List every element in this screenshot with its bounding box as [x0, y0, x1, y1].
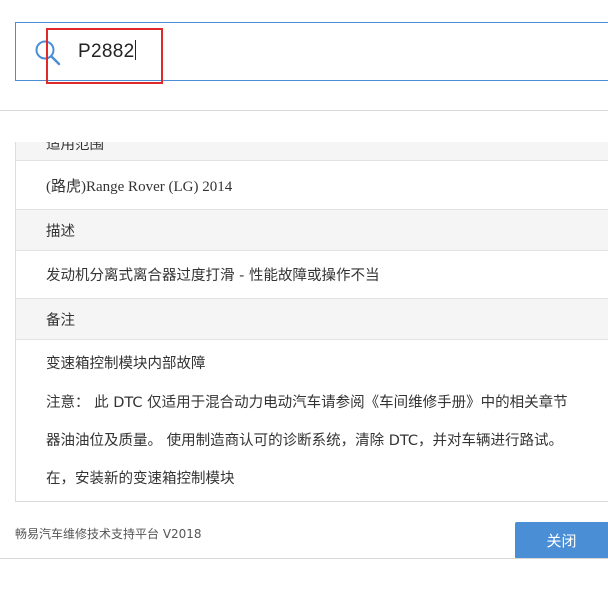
scope-value-row: (路虎)Range Rover (LG) 2014: [16, 160, 608, 209]
search-icon[interactable]: [34, 39, 62, 67]
remarks-line: 注意： 此 DTC 仅适用于混合动力电动汽车请参阅《车间维修手册》中的相关章节: [46, 395, 568, 411]
scope-value: (路虎)Range Rover (LG) 2014: [46, 179, 233, 195]
close-button[interactable]: 关闭: [515, 522, 608, 559]
description-header: 描述: [46, 224, 75, 240]
search-input-value: P2882: [78, 41, 135, 62]
remarks-header: 备注: [46, 313, 75, 329]
text-caret: [135, 40, 137, 60]
description-value-row: 发动机分离式离合器过度打滑 - 性能故障或操作不当: [16, 250, 608, 298]
description-value: 发动机分离式离合器过度打滑 - 性能故障或操作不当: [46, 268, 380, 284]
remarks-value-row: 变速箱控制模块内部故障 注意： 此 DTC 仅适用于混合动力电动汽车请参阅《车间…: [16, 339, 608, 501]
search-input[interactable]: P2882: [78, 40, 137, 63]
dtc-detail-table: 适用范围 (路虎)Range Rover (LG) 2014 描述 发动机分离式…: [15, 142, 608, 502]
remarks-line: 变速箱控制模块内部故障: [46, 356, 206, 372]
remarks-line: 器油油位及质量。 使用制造商认可的诊断系统，清除 DTC，并对车辆进行路试。: [46, 433, 564, 449]
remarks-line: 在，安装新的变速箱控制模块: [46, 471, 235, 487]
remarks-header-row: 备注: [16, 298, 608, 339]
platform-footer: 畅易汽车维修技术支持平台 V2018: [15, 527, 202, 541]
search-box[interactable]: P2882: [15, 22, 608, 81]
scope-header-row: 适用范围: [16, 142, 608, 160]
header-divider: [0, 110, 608, 111]
description-header-row: 描述: [16, 209, 608, 250]
scope-header: 适用范围: [46, 142, 104, 153]
footer-divider: [0, 558, 608, 559]
